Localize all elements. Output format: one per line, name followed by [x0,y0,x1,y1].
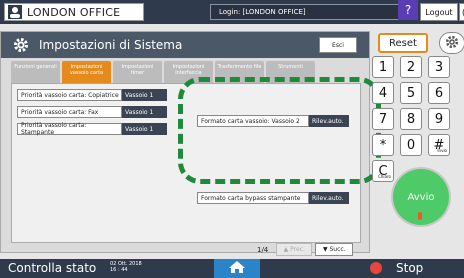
tab-timer-settings[interactable]: Impostazioni timer [113,61,162,83]
setting-label: Priorità vassoio carta: Stampante [17,122,122,136]
key-5[interactable]: 5 [400,82,422,104]
exit-button[interactable]: Esci [319,37,357,53]
tab-general-functions[interactable]: Funzioni generali [11,61,60,83]
setting-label: Formato carta bypass stampante [197,192,309,204]
extra-button[interactable]: ( [459,3,464,21]
page-title: Impostazioni di Sistema [39,38,183,52]
key-2[interactable]: 2 [400,56,422,78]
setting-label: Priorità vassoio carta: Copiatrice [17,89,122,101]
login-status[interactable]: Login: [LONDON OFFICE] [210,4,412,20]
reset-button[interactable]: Reset [378,33,428,53]
settings-gear-icon [11,35,31,55]
settings-button[interactable] [439,32,464,54]
setting-row[interactable]: Priorità vassoio carta: Fax Vassoio 1 [17,106,167,118]
stop-icon[interactable] [370,262,382,274]
time-text: 16 : 44 [110,267,128,273]
key-3[interactable]: 3 [428,56,450,78]
key-clear-sublabel: Chiaro [378,174,391,179]
window-title-bar: Impostazioni di Sistema Esci [1,32,369,58]
home-button[interactable] [214,259,260,278]
pagination: 1/4 ▲ Prec. ▼ Succ. [257,243,354,256]
login-text: Login: [LONDON OFFICE] [219,8,306,16]
date-time: 02 Ott. 2018 16 : 44 [110,261,142,273]
key-hash-sublabel: Invio [437,148,447,153]
key-6[interactable]: 6 [428,82,450,104]
logout-button[interactable]: Logout [420,3,458,21]
key-7[interactable]: 7 [372,108,394,130]
setting-label: Priorità vassoio carta: Fax [17,106,122,118]
setting-value: Rilev.auto. [309,192,349,204]
stop-button[interactable]: Stop [396,261,423,275]
office-label: LONDON OFFICE [27,5,121,19]
highlight-frame [178,77,381,184]
home-icon [228,259,246,278]
next-page-button[interactable]: ▼ Succ. [315,243,354,256]
bottom-bar: Controlla stato 02 Ott. 2018 16 : 44 Sto… [0,259,464,278]
setting-row[interactable]: Priorità vassoio carta: Stampante Vassoi… [17,122,167,136]
setting-value: Vassoio 1 [122,89,167,101]
key-8[interactable]: 8 [400,108,422,130]
setting-value: Vassoio 1 [122,106,167,118]
next-label: Succ. [329,246,346,253]
check-status-button[interactable]: Controlla stato [8,261,96,275]
setting-value: Vassoio 1 [122,123,167,135]
key-star[interactable]: * [372,134,394,156]
key-1[interactable]: 1 [372,56,394,78]
setting-row[interactable]: Priorità vassoio carta: Copiatrice Vasso… [17,89,167,101]
prev-label: Prec. [290,246,305,253]
gear-icon [445,34,459,53]
top-bar: LONDON OFFICE Login: [LONDON OFFICE] ? L… [0,0,464,24]
office-name-display: LONDON OFFICE [4,3,144,21]
key-4[interactable]: 4 [372,82,394,104]
key-9[interactable]: 9 [428,108,450,130]
setting-row[interactable]: Formato carta bypass stampante Rilev.aut… [197,192,349,204]
prev-page-button[interactable]: ▲ Prec. [276,243,313,256]
key-clear[interactable]: C Chiaro [372,160,394,182]
tab-paper-tray-settings[interactable]: Impostazioni vassoio carta [62,61,111,83]
help-button[interactable]: ? [398,0,418,20]
key-0[interactable]: 0 [400,134,422,156]
start-indicator-light [418,212,422,220]
key-hash[interactable]: # Invio [428,134,450,156]
page-indicator: 1/4 [257,245,269,254]
user-icon [7,4,23,20]
